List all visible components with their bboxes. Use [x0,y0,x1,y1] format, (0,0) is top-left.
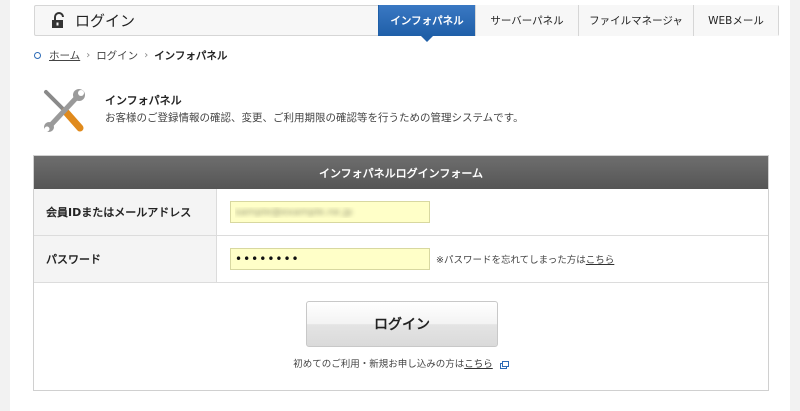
intro-description: お客様のご登録情報の確認、変更、ご利用期限の確認等を行うための管理システムです。 [105,112,524,124]
login-form: インフォパネルログインフォーム 会員IDまたはメールアドレス パスワード ※パス… [33,155,769,391]
id-label: 会員IDまたはメールアドレス [34,189,217,235]
breadcrumb-login: ログイン [96,50,139,62]
forgot-password-link[interactable]: こちら [586,255,615,266]
id-field-cell [217,189,768,235]
chevron-right-icon: › [144,50,149,61]
tab-webmail[interactable]: WEBメール [693,5,778,36]
tools-icon [44,89,85,132]
external-link-icon [499,360,509,369]
breadcrumb-bullet-icon [34,52,41,59]
tab-infopanel-label: インフォパネル [390,15,464,27]
tab-infopanel[interactable]: インフォパネル [378,5,475,42]
tab-filemanager-label: ファイルマネージャ [589,15,683,27]
tab-serverpanel-label: サーバーパネル [490,15,564,27]
forgot-password-text: ※パスワードを忘れてしまった方はこちら [436,252,614,266]
header-bar: ログイン インフォパネル サーバーパネル ファイルマネージャ WEBメール [34,5,779,42]
forgot-password-prefix: ※パスワードを忘れてしまった方は [436,255,586,266]
first-time-prefix: 初めてのご利用・新規お申し込みの方は [293,359,465,370]
breadcrumb-current: インフォパネル [154,50,228,62]
page-title-text: ログイン [75,12,136,30]
password-input[interactable] [230,248,430,270]
password-row: パスワード ※パスワードを忘れてしまった方はこちら [34,236,768,283]
chevron-right-icon: › [86,50,91,61]
first-time-text: 初めてのご利用・新規お申し込みの方はこちら [34,356,768,370]
page: ログイン インフォパネル サーバーパネル ファイルマネージャ WEBメール ホー… [10,0,790,411]
signup-link[interactable]: こちら [464,359,493,370]
form-heading: インフォパネルログインフォーム [34,156,768,189]
intro-title: インフォパネル [105,94,182,107]
id-input[interactable] [230,201,430,223]
id-row: 会員IDまたはメールアドレス [34,189,768,236]
unlock-icon [52,12,64,28]
breadcrumb-home-link[interactable]: ホーム [49,48,80,63]
tab-serverpanel[interactable]: サーバーパネル [475,5,578,36]
breadcrumb: ホーム › ログイン › インフォパネル [34,48,227,63]
password-field-cell: ※パスワードを忘れてしまった方はこちら [217,236,768,282]
page-title: ログイン [51,6,135,35]
tab-webmail-label: WEBメール [708,15,764,27]
tab-filemanager[interactable]: ファイルマネージャ [578,5,693,36]
login-area: ログイン 初めてのご利用・新規お申し込みの方はこちら [34,283,768,391]
login-button[interactable]: ログイン [306,301,498,347]
password-label: パスワード [34,236,217,282]
nav-tabs: インフォパネル サーバーパネル ファイルマネージャ WEBメール [378,5,778,42]
